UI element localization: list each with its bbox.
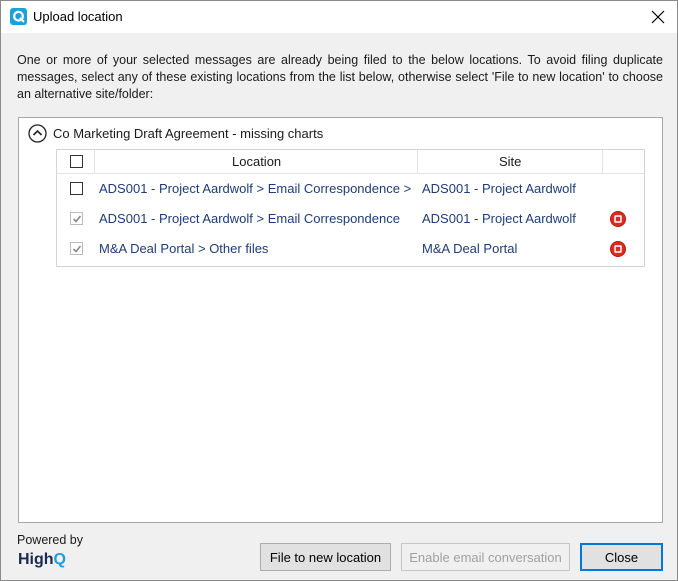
- remove-location-icon[interactable]: [610, 211, 626, 227]
- table-header: Location Site: [57, 150, 644, 174]
- logo-text-q: Q: [53, 551, 66, 568]
- remove-location-icon[interactable]: [610, 241, 626, 257]
- file-to-new-location-button[interactable]: File to new location: [260, 543, 391, 571]
- window-close-button[interactable]: [639, 1, 677, 33]
- highq-logo: High Q: [18, 550, 66, 570]
- row-location[interactable]: ADS001 - Project Aardwolf > Email Corres…: [99, 211, 417, 226]
- locations-table: Location Site ADS001 - Project Aardwolf …: [56, 149, 645, 267]
- locations-panel: Co Marketing Draft Agreement - missing c…: [18, 117, 663, 523]
- row-site[interactable]: ADS001 - Project Aardwolf: [422, 211, 602, 226]
- select-all-checkbox[interactable]: [70, 155, 83, 168]
- collapse-chevron-up-icon[interactable]: [28, 123, 47, 143]
- powered-by-label: Powered by: [17, 533, 84, 547]
- enable-email-conversation-button: Enable email conversation: [401, 543, 570, 571]
- close-icon: [651, 10, 665, 24]
- upload-location-dialog: Upload location One or more of your sele…: [0, 0, 678, 581]
- row-checkbox[interactable]: [70, 182, 83, 195]
- highq-app-icon: [10, 8, 27, 25]
- intro-message: One or more of your selected messages ar…: [17, 53, 663, 101]
- close-button[interactable]: Close: [580, 543, 663, 571]
- row-site[interactable]: M&A Deal Portal: [422, 241, 602, 256]
- title-bar: Upload location: [1, 1, 677, 33]
- table-row[interactable]: M&A Deal Portal > Other files M&A Deal P…: [57, 234, 644, 264]
- logo-text-high: High: [18, 551, 54, 568]
- row-site[interactable]: ADS001 - Project Aardwolf: [422, 181, 602, 196]
- checkmark-icon: [72, 245, 82, 253]
- group-title: Co Marketing Draft Agreement - missing c…: [53, 125, 324, 141]
- checkmark-icon: [72, 215, 82, 223]
- row-checkbox: [70, 212, 83, 225]
- group-header[interactable]: Co Marketing Draft Agreement - missing c…: [28, 122, 323, 144]
- row-checkbox: [70, 242, 83, 255]
- row-location[interactable]: M&A Deal Portal > Other files: [99, 241, 417, 256]
- table-row[interactable]: ADS001 - Project Aardwolf > Email Corres…: [57, 204, 644, 234]
- column-header-site: Site: [499, 154, 522, 169]
- window-title: Upload location: [33, 9, 123, 24]
- column-header-location: Location: [232, 154, 282, 169]
- table-row[interactable]: ADS001 - Project Aardwolf > Email Corres…: [57, 174, 644, 204]
- row-location[interactable]: ADS001 - Project Aardwolf > Email Corres…: [99, 181, 417, 196]
